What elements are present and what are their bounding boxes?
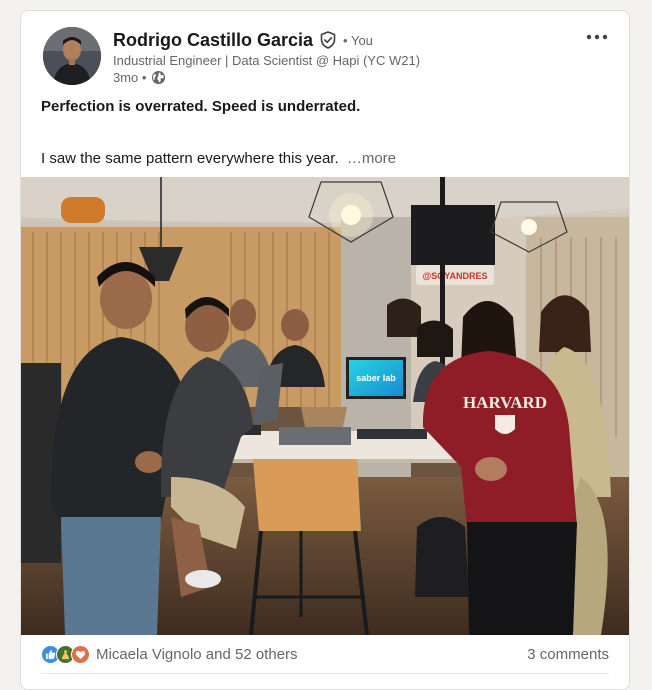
reactions-summary[interactable]: Micaela Vignolo and 52 others xyxy=(41,644,298,664)
author-avatar[interactable] xyxy=(43,27,101,85)
post-body-line: I saw the same pattern everywhere this y… xyxy=(41,149,396,169)
more-options-icon[interactable] xyxy=(581,25,613,49)
reaction-icons xyxy=(41,644,90,664)
wall-sign-text: @SOYANDRES xyxy=(423,271,488,281)
globe-icon xyxy=(151,70,166,85)
actions-divider xyxy=(41,673,609,674)
reactors-text: Micaela Vignolo and 52 others xyxy=(96,645,298,663)
post-image[interactable]: @SOYANDRES saber lab HARVARD xyxy=(21,177,629,635)
see-more-link[interactable]: …more xyxy=(347,150,396,167)
post-text: Perfection is overrated. Speed is underr… xyxy=(41,97,611,167)
verified-shield-icon xyxy=(319,31,337,49)
post-meta: 3mo • xyxy=(113,70,166,85)
relation-label: • You xyxy=(343,32,373,48)
author-headline: Industrial Engineer | Data Scientist @ H… xyxy=(113,53,421,68)
post-headline-text: Perfection is overrated. Speed is underr… xyxy=(41,98,361,115)
comments-count-link[interactable]: 3 comments xyxy=(527,646,609,663)
author-line: Rodrigo Castillo Garcia • You xyxy=(113,28,373,52)
post-card: Rodrigo Castillo Garcia • You Industrial… xyxy=(20,10,630,690)
laptop-screen-text: saber lab xyxy=(356,373,396,383)
sweatshirt-text: HARVARD xyxy=(463,393,547,412)
post-body-text: I saw the same pattern everywhere this y… xyxy=(41,150,339,167)
social-counts: Micaela Vignolo and 52 others 3 comments xyxy=(41,643,609,665)
post-time: 3mo • xyxy=(113,70,147,85)
author-name[interactable]: Rodrigo Castillo Garcia xyxy=(113,30,313,51)
love-reaction-icon xyxy=(71,644,90,664)
